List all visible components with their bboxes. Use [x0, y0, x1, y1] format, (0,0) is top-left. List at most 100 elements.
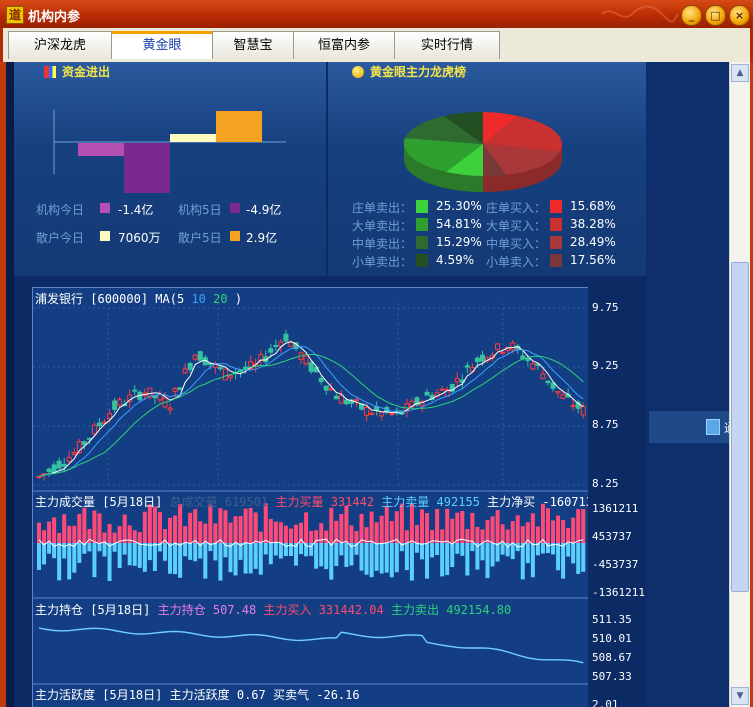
volume-buy-bar — [485, 520, 490, 543]
volume-net-label: 主力净买 — [487, 495, 536, 509]
candle-body — [474, 357, 480, 363]
volume-sell-bar — [152, 543, 157, 571]
candle-body — [222, 368, 228, 381]
vertical-scrollbar[interactable]: ▲ ▼ — [729, 62, 750, 707]
scroll-down-button[interactable]: ▼ — [731, 687, 749, 705]
dragon-label-small-sell: 小单卖出： — [352, 255, 413, 269]
y-label-holding-2: 508.67 — [592, 651, 632, 664]
dragon-value-mid-sell: 15.29% — [436, 235, 482, 249]
volume-buy-bar — [530, 513, 535, 543]
trash-icon[interactable] — [706, 419, 720, 435]
volume-sell-bar — [581, 543, 586, 572]
candle-body — [132, 389, 138, 392]
volume-buy-bar — [369, 511, 374, 543]
volume-sell-bar — [87, 543, 92, 552]
ornament-icon — [601, 5, 679, 23]
volume-buy-bar — [571, 517, 576, 543]
candle-body — [86, 437, 92, 440]
candle-body — [172, 388, 178, 392]
volume-sell-bar — [465, 543, 470, 576]
scroll-up-button[interactable]: ▲ — [731, 64, 749, 82]
candle-body — [560, 394, 566, 399]
dragon-swatch-mid-buy — [550, 236, 562, 249]
side-panel — [646, 62, 729, 707]
maximize-button[interactable]: □ — [705, 5, 726, 26]
volume-buy-bar — [384, 505, 389, 543]
volume-sell-bar — [571, 543, 576, 564]
volume-buy-bar — [258, 531, 263, 543]
dragon-swatch-small-sell — [416, 254, 428, 267]
volume-buy-bar — [203, 523, 208, 543]
candle-body — [61, 463, 67, 467]
tab-hushen-longhu[interactable]: 沪深龙虎 — [8, 31, 112, 59]
tab-realtime-quote[interactable]: 实时行情 — [394, 31, 500, 59]
y-label-kline-1: 9.25 — [592, 359, 619, 372]
fund-flow-title: 资金进出 — [62, 65, 111, 79]
volume-sell-bar — [394, 543, 399, 573]
tab-hengfu-neican[interactable]: 恒富内参 — [293, 31, 395, 59]
volume-sell-label: 主力卖量 — [381, 495, 430, 509]
volume-buy-value: 331442 — [330, 495, 375, 509]
candle-body — [81, 441, 87, 446]
dragon-title: 黄金眼主力龙虎榜 — [370, 65, 467, 79]
volume-sell-bar — [168, 543, 173, 574]
scroll-thumb[interactable] — [731, 262, 749, 592]
fund-flow-panel: 资金进出 机构今日 -1.4亿 机构5日 -4.9亿 散户今日 7060万 散户… — [14, 62, 326, 276]
tab-golden-eye[interactable]: 黄金眼 — [111, 31, 213, 59]
candle-body — [273, 344, 279, 347]
activity-header: 主力活跃度 [5月18日] 主力活跃度 0.67 买卖气 -26.16 — [35, 686, 360, 703]
activity-value: 0.67 — [236, 688, 266, 702]
volume-buy-bar — [435, 509, 440, 543]
activity-date: [5月18日] — [102, 688, 163, 702]
candle-body — [540, 373, 546, 380]
volume-sell-bar — [384, 543, 389, 573]
volume-sell-bar — [122, 543, 127, 555]
volume-buy-bar — [42, 530, 47, 543]
holding-header: 主力持仓 [5月18日] 主力持仓 507.48 主力买入 331442.04 … — [35, 601, 511, 618]
dragon-label-mid-sell: 中单卖出： — [352, 237, 413, 251]
volume-title: 主力成交量 — [35, 495, 96, 509]
volume-sell-bar — [404, 543, 409, 571]
volume-buy-bar — [455, 512, 460, 543]
candle-body — [454, 378, 460, 383]
volume-sell-bar — [67, 543, 72, 580]
y-label-volume-3: -1361211 — [592, 586, 645, 599]
dragon-swatch-big-buy — [550, 218, 562, 231]
volume-sell-bar — [455, 543, 460, 554]
candle-body — [91, 424, 97, 435]
volume-date: [5月18日] — [102, 495, 163, 509]
dragon-value-small-sell: 4.59% — [436, 253, 475, 267]
volume-sell-bar — [218, 543, 223, 581]
candle-body — [182, 368, 188, 374]
volume-sell-bar — [117, 543, 122, 568]
candle-body — [333, 395, 339, 400]
candle-body — [107, 413, 113, 419]
candle-body — [424, 391, 430, 396]
volume-buy-bar — [359, 513, 364, 543]
volume-sell-bar — [425, 543, 430, 579]
candle-body — [157, 393, 163, 401]
volume-sell-bar — [540, 543, 545, 554]
volume-buy-bar — [344, 505, 349, 543]
fund-flow-title-wrap: 资金进出 — [44, 62, 244, 86]
minimize-button[interactable]: _ — [681, 5, 702, 26]
volume-sell-value: 492155 — [436, 495, 480, 509]
volume-buy-bar — [495, 510, 500, 543]
fund-label-retail-today: 散户今日 — [36, 231, 85, 245]
y-label-volume-2: -453737 — [592, 558, 639, 571]
volume-sell-bar — [576, 543, 581, 574]
dragon-swatch-zhuang-buy — [550, 200, 562, 213]
y-label-kline-2: 8.75 — [592, 418, 619, 431]
volume-buy-bar — [329, 507, 334, 543]
gold-coin-icon — [352, 66, 364, 78]
volume-buy-bar — [183, 526, 188, 543]
volume-sell-bar — [359, 543, 364, 571]
tab-zhihuibao[interactable]: 智慧宝 — [212, 31, 294, 59]
volume-sell-bar — [57, 543, 62, 581]
holding-line — [38, 627, 584, 664]
volume-buy-bar — [581, 509, 586, 543]
dragon-label-big-buy: 大单买入： — [486, 219, 547, 233]
candle-body — [580, 405, 586, 416]
candle-body — [197, 351, 203, 361]
close-button[interactable]: × — [729, 5, 750, 26]
